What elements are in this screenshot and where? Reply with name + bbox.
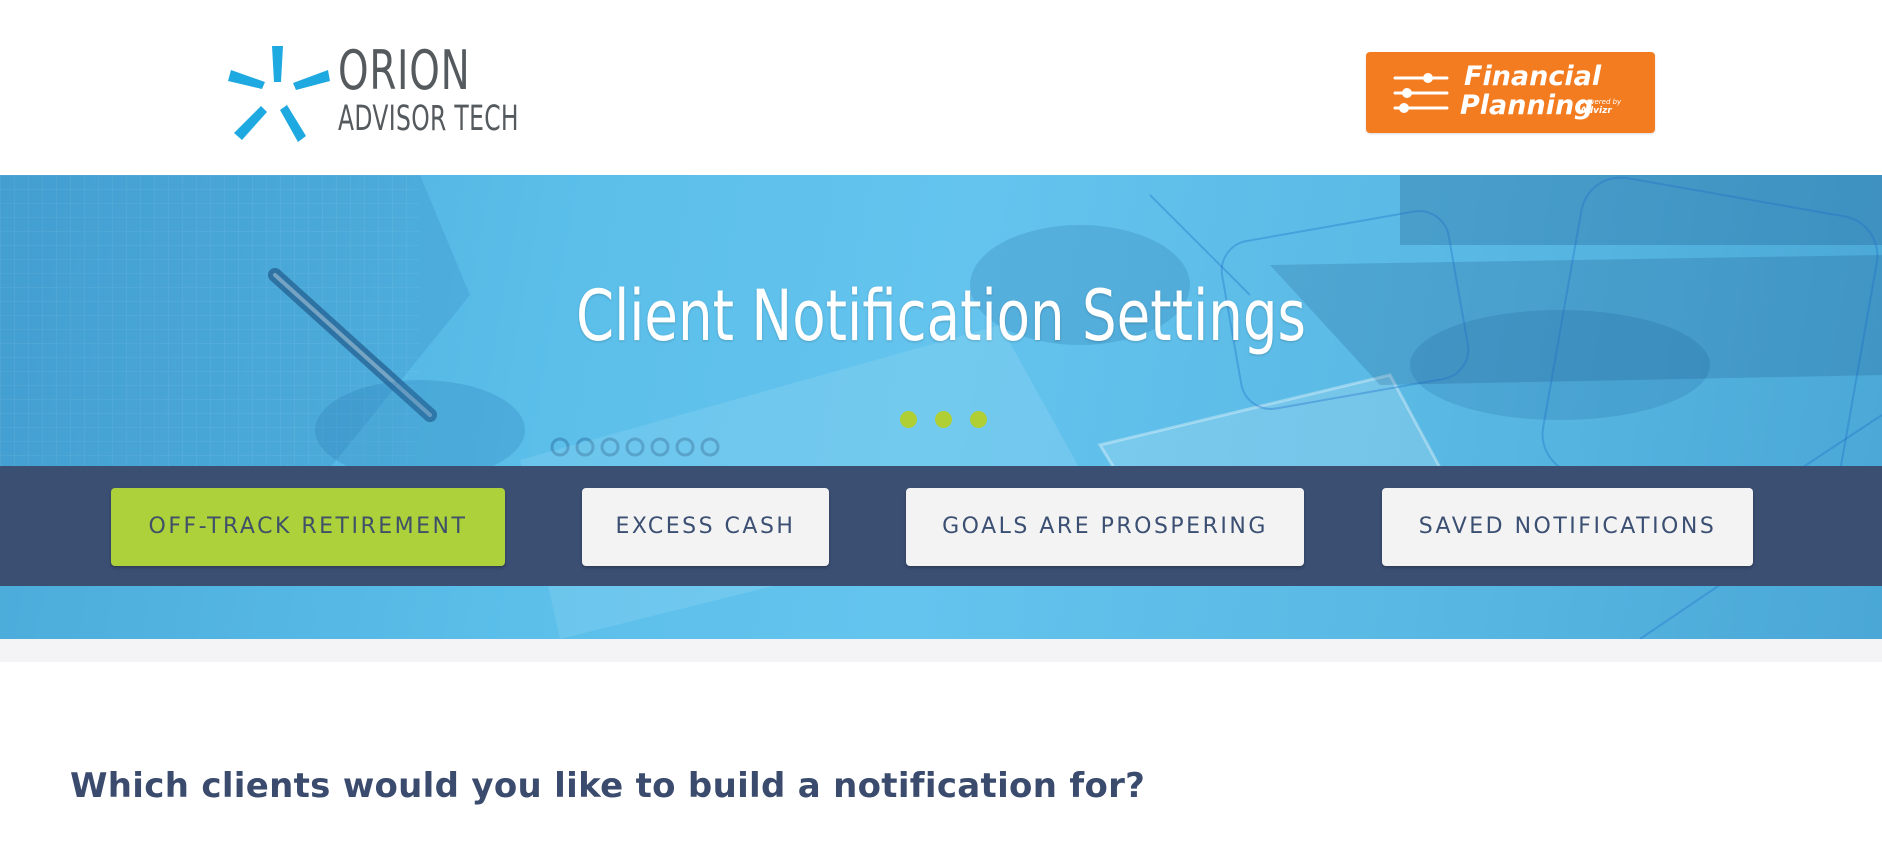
badge-line-1: Financial bbox=[1464, 61, 1602, 92]
powered-by-advizr: powered by Advizr bbox=[1580, 98, 1630, 116]
logo-line-2: ADVISOR TECH bbox=[338, 99, 519, 139]
tab-goals-are-prospering[interactable]: GOALS ARE PROSPERING bbox=[906, 488, 1304, 566]
tab-off-track-retirement[interactable]: OFF-TRACK RETIREMENT bbox=[111, 488, 505, 566]
page-title: Client Notification Settings bbox=[0, 275, 1882, 357]
notification-category-tabs: OFF-TRACK RETIREMENT EXCESS CASH GOALS A… bbox=[0, 466, 1882, 586]
client-selection-heading: Which clients would you like to build a … bbox=[70, 766, 1146, 807]
orion-logo[interactable]: ORION ADVISOR TECH bbox=[228, 44, 528, 144]
page-title-text: Client Notification Settings bbox=[575, 275, 1307, 357]
financial-planning-badge[interactable]: Financial Planning powered by Advizr bbox=[1366, 52, 1655, 133]
divider-dot bbox=[935, 411, 952, 428]
top-header: ORION ADVISOR TECH Financial Planning po… bbox=[0, 0, 1882, 175]
tab-excess-cash[interactable]: EXCESS CASH bbox=[582, 488, 829, 566]
orion-starburst-icon bbox=[228, 46, 330, 142]
section-divider bbox=[0, 639, 1882, 662]
sliders-icon bbox=[1393, 73, 1449, 113]
divider-dot bbox=[900, 411, 917, 428]
divider-dot bbox=[970, 411, 987, 428]
logo-wordmark: ORION ADVISOR TECH bbox=[338, 44, 608, 137]
logo-line-1: ORION bbox=[338, 39, 471, 102]
advizr-label: Advizr bbox=[1580, 106, 1612, 116]
tab-saved-notifications[interactable]: SAVED NOTIFICATIONS bbox=[1382, 488, 1753, 566]
